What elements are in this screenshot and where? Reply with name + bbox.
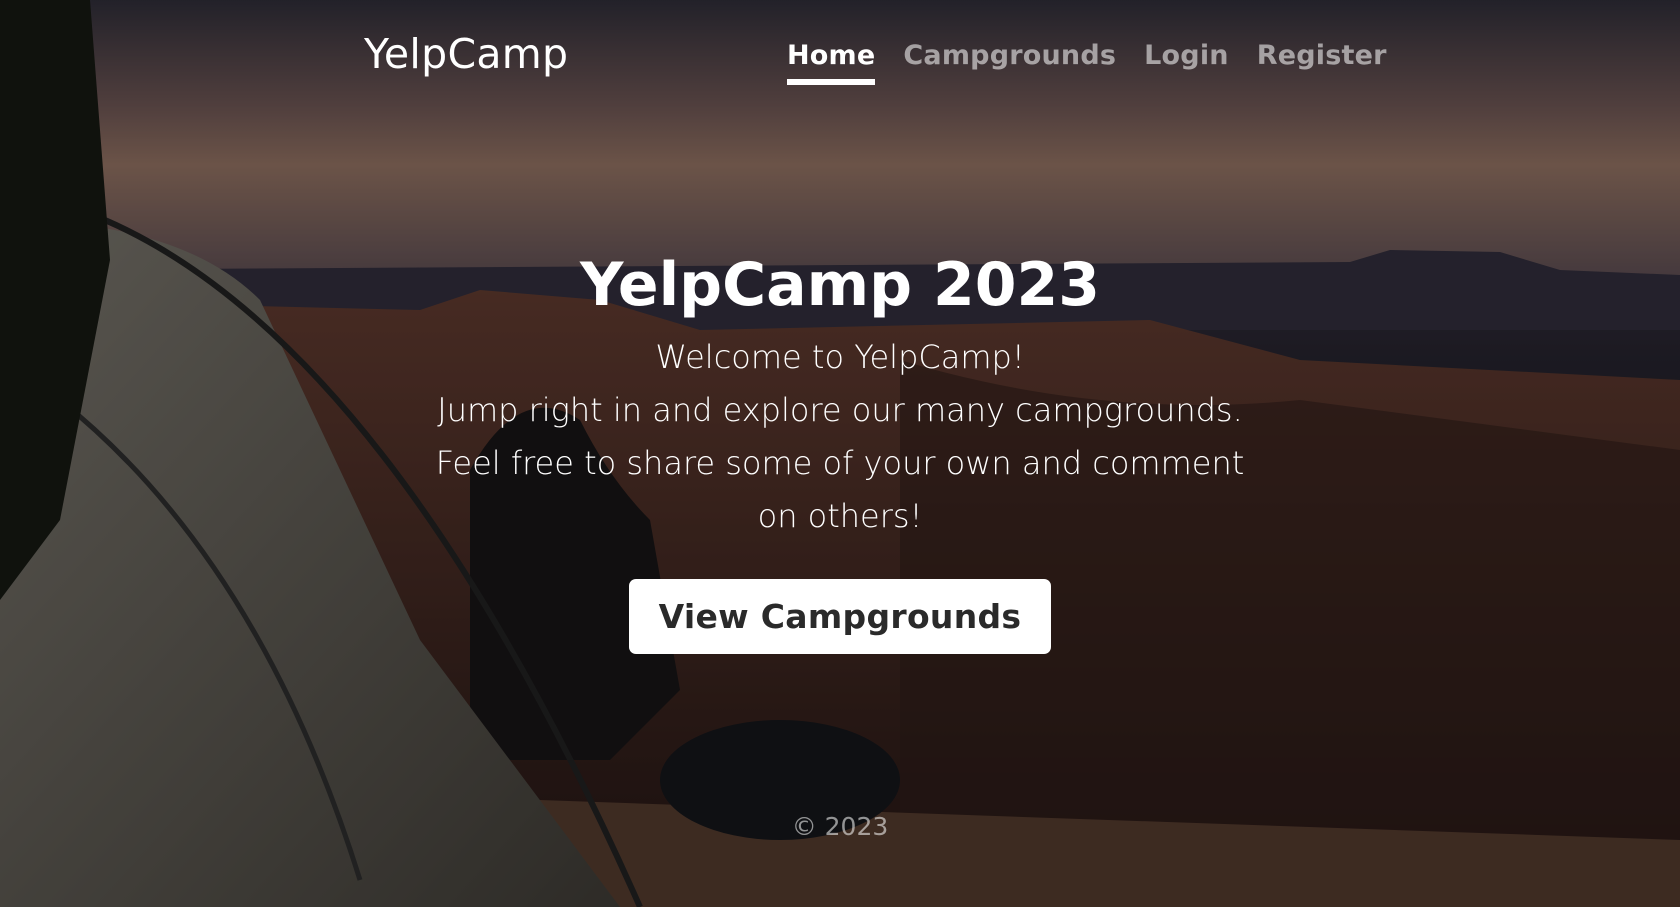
hero-content: YelpCamp 2023 Welcome to YelpCamp! Jump … (0, 245, 1680, 654)
top-navbar: YelpCamp Home Campgrounds Login Register (0, 0, 1680, 110)
hero-lead: Welcome to YelpCamp! Jump right in and e… (430, 331, 1250, 543)
lead-line-welcome: Welcome to YelpCamp! (655, 338, 1025, 376)
lead-line-share: Feel free to share some of your own and … (435, 444, 1245, 535)
footer-copyright: © 2023 (791, 812, 889, 841)
nav-register-link[interactable]: Register (1257, 40, 1387, 85)
lead-line-explore: Jump right in and explore our many campg… (437, 391, 1243, 429)
nav-campgrounds-link[interactable]: Campgrounds (903, 40, 1116, 85)
view-campgrounds-button[interactable]: View Campgrounds (628, 579, 1052, 654)
nav-login-link[interactable]: Login (1144, 40, 1229, 85)
nav-links: Home Campgrounds Login Register (787, 40, 1415, 85)
nav-home-link[interactable]: Home (787, 40, 876, 85)
hero-section: YelpCamp Home Campgrounds Login Register… (0, 0, 1680, 907)
hero-title: YelpCamp 2023 (579, 250, 1101, 320)
brand-logo[interactable]: YelpCamp (364, 30, 568, 78)
